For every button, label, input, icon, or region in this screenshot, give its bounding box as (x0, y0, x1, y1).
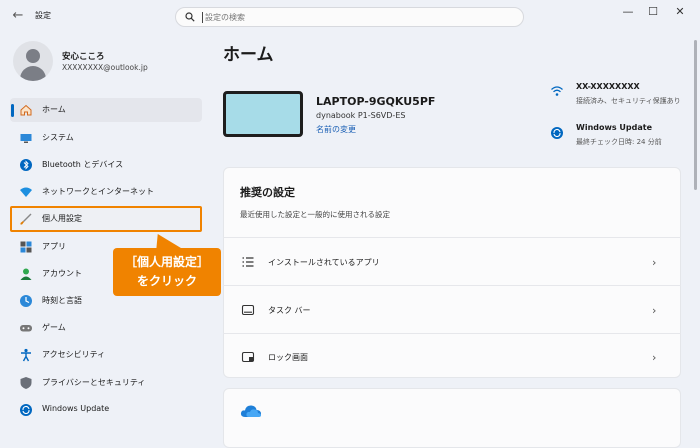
brush-icon (20, 213, 32, 225)
user-email: XXXXXXXX@outlook.jp (62, 63, 148, 72)
onedrive-cloud-icon (240, 405, 261, 417)
chevron-right-icon: › (652, 256, 657, 269)
card-title: 推奨の設定 (240, 186, 295, 199)
chevron-right-icon: › (652, 304, 657, 317)
accessibility-icon (21, 348, 31, 362)
wifi-icon (551, 86, 563, 96)
sidebar-item-label: アクセシビリティ (42, 350, 106, 359)
text-caret (202, 12, 203, 23)
sidebar-item-label: 個人用設定 (42, 214, 82, 223)
shield-icon (20, 377, 32, 389)
user-name: 安心こころ (62, 52, 105, 62)
avatar-body (20, 66, 46, 81)
sidebar-item-label: システム (42, 133, 74, 142)
installed-apps-icon (242, 257, 254, 267)
lock-screen-icon (241, 351, 255, 363)
callout-line-2: をクリック (136, 274, 197, 288)
time-language-icon (20, 295, 32, 307)
sidebar-item-accessibility[interactable]: アクセシビリティ (10, 343, 202, 367)
device-model: dynabook P1-S6VD-ES (316, 111, 406, 120)
gamepad-icon (20, 325, 32, 332)
sidebar-item-network[interactable]: ネットワークとインターネット (10, 180, 202, 204)
sidebar-item-label: ネットワークとインターネット (42, 187, 154, 196)
avatar-head (26, 49, 40, 63)
wifi-icon (20, 187, 32, 197)
search-box[interactable] (175, 7, 524, 27)
update-icon (551, 127, 563, 139)
sidebar-item-system[interactable]: システム (10, 126, 202, 150)
row-label: インストールされているアプリ (268, 258, 380, 267)
apps-icon (20, 241, 32, 253)
sidebar-item-label: ホーム (42, 105, 66, 114)
maximize-button[interactable]: ☐ (641, 4, 665, 20)
bluetooth-icon (20, 159, 32, 171)
close-button[interactable]: ✕ (668, 4, 692, 20)
windows-update-title[interactable]: Windows Update (576, 123, 652, 132)
sidebar-item-gaming[interactable]: ゲーム (10, 316, 202, 340)
minimize-button[interactable]: — (616, 4, 640, 20)
rename-link[interactable]: 名前の変更 (316, 124, 356, 135)
system-icon (20, 134, 32, 143)
sidebar-item-label: 時刻と言語 (42, 296, 82, 305)
sidebar-item-label: ゲーム (42, 323, 66, 332)
card-subtitle: 最近使用した設定と一般的に使用される設定 (240, 210, 390, 219)
selection-indicator (11, 104, 14, 117)
sidebar-item-windows-update[interactable]: Windows Update (10, 398, 202, 422)
windows-update-status: 最終チェック日時: 24 分前 (576, 138, 662, 146)
back-arrow-icon[interactable]: ← (10, 8, 26, 24)
device-name: LAPTOP-9GQKU5PF (316, 95, 436, 108)
search-input[interactable] (205, 9, 505, 25)
chevron-right-icon: › (652, 351, 657, 364)
sidebar-item-home[interactable]: ホーム (10, 98, 202, 122)
onedrive-card (223, 388, 681, 448)
device-image (223, 91, 303, 137)
sidebar-item-label: Windows Update (42, 404, 110, 413)
row-label: ロック画面 (268, 353, 308, 362)
callout-line-1: ［個人用設定］ (124, 255, 209, 269)
wifi-status: 接続済み、セキュリティ保護あり (576, 97, 681, 105)
sidebar-item-label: Bluetooth とデバイス (42, 160, 124, 169)
taskbar-icon (241, 304, 255, 316)
account-icon (20, 268, 32, 280)
scrollbar[interactable] (694, 40, 697, 190)
page-title: ホーム (223, 45, 274, 65)
search-icon (185, 12, 195, 22)
sidebar-item-bluetooth[interactable]: Bluetooth とデバイス (10, 153, 202, 177)
update-icon (20, 404, 32, 416)
sidebar-item-label: アカウント (42, 269, 82, 278)
avatar[interactable] (13, 41, 53, 81)
row-label: タスク バー (268, 306, 311, 315)
app-title: 設定 (35, 11, 51, 20)
instruction-callout: ［個人用設定］ をクリック (113, 248, 221, 296)
sidebar-item-label: アプリ (42, 242, 66, 251)
wifi-network-name[interactable]: XX-XXXXXXXX (576, 82, 640, 91)
sidebar-item-personalization[interactable]: 個人用設定 (10, 207, 202, 231)
sidebar-item-label: プライバシーとセキュリティ (42, 378, 146, 387)
sidebar-item-privacy[interactable]: プライバシーとセキュリティ (10, 371, 202, 395)
home-icon (20, 104, 32, 116)
